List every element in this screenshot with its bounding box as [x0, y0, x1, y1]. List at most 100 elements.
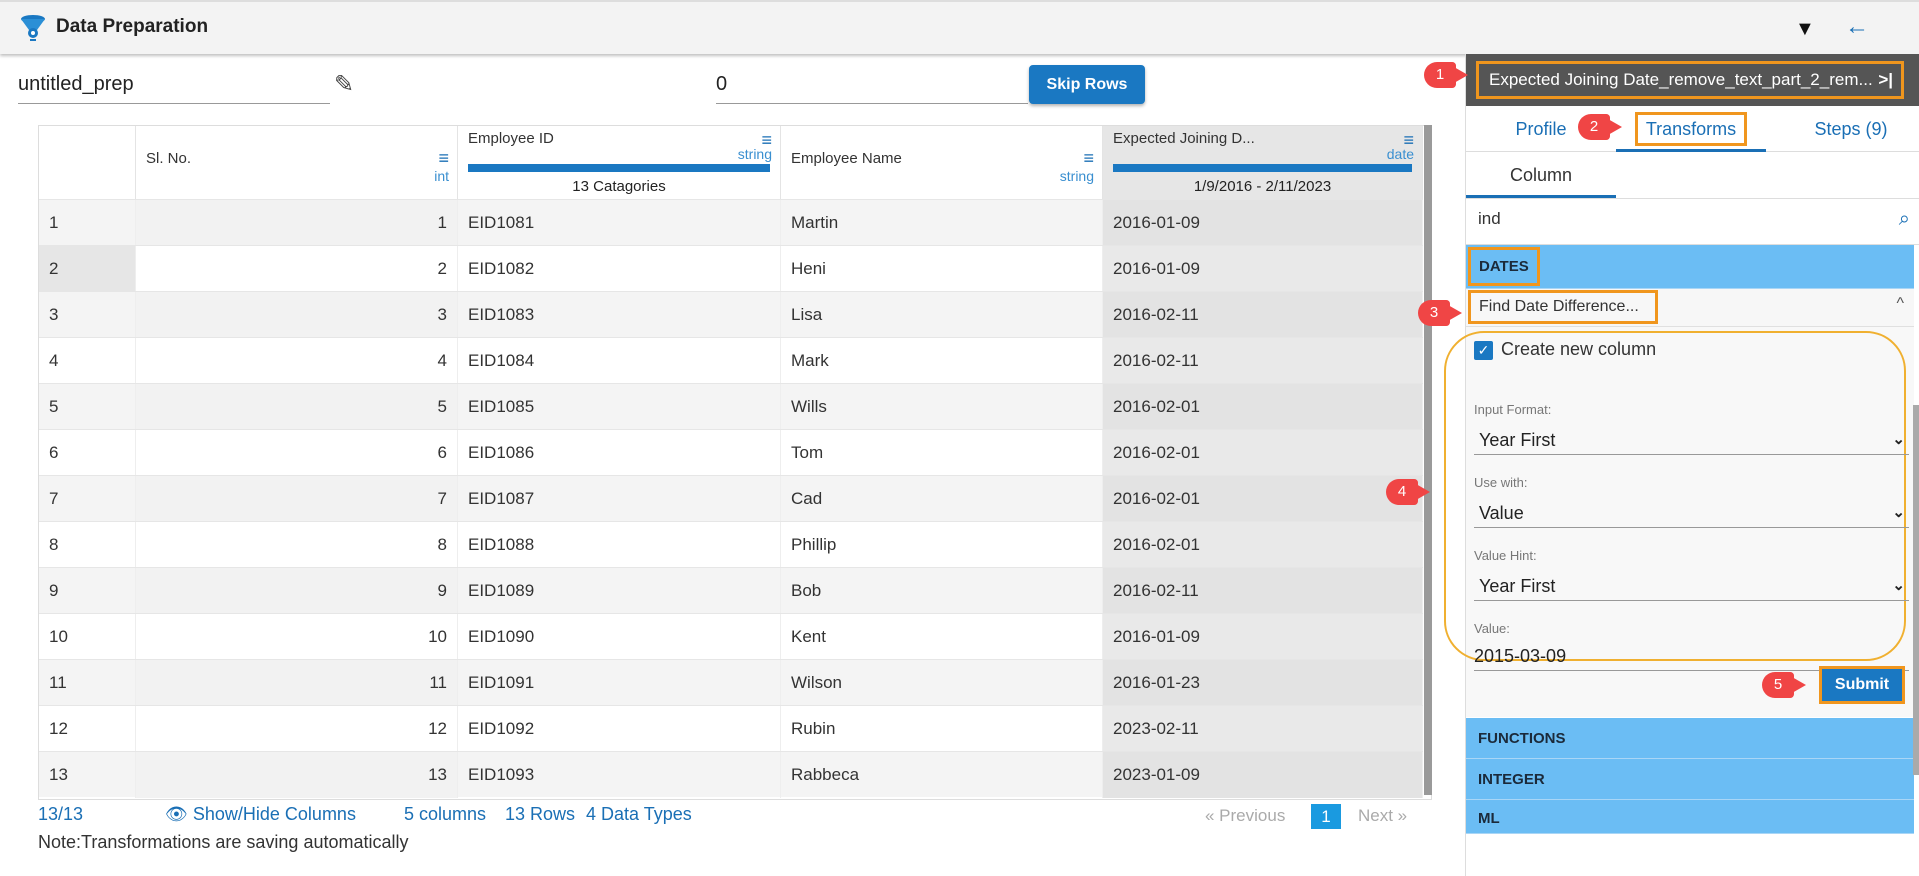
cell-employee-id[interactable]: EID1092	[458, 706, 781, 752]
cell-joining-date[interactable]: 2016-02-11	[1103, 338, 1423, 384]
columns-count[interactable]: 5 columns	[404, 804, 486, 825]
data-types-count[interactable]: 4 Data Types	[586, 804, 692, 825]
search-icon[interactable]: ⌕	[1899, 208, 1910, 231]
column-menu-icon[interactable]: ≡	[1083, 148, 1094, 169]
cell-employee-id[interactable]: EID1087	[458, 476, 781, 522]
cell-employee-name[interactable]: Bob	[781, 568, 1103, 614]
subtab-column[interactable]: Column	[1466, 152, 1616, 198]
cell-joining-date[interactable]: 2016-01-09	[1103, 614, 1423, 660]
skip-rows-button[interactable]: Skip Rows	[1029, 65, 1145, 104]
cell-employee-id[interactable]: EID1084	[458, 338, 781, 384]
cell-employee-id[interactable]: EID1091	[458, 660, 781, 706]
create-new-column-checkbox[interactable]: ✓	[1474, 341, 1493, 360]
cell-sl-no[interactable]: 7	[136, 476, 458, 522]
cell-employee-id[interactable]: EID1090	[458, 614, 781, 660]
tab-transforms[interactable]: Transforms	[1616, 106, 1766, 152]
cell-employee-name[interactable]: Cad	[781, 476, 1103, 522]
use-with-select[interactable]: Value ⌄	[1474, 498, 1909, 528]
cell-sl-no[interactable]: 5	[136, 384, 458, 430]
cell-employee-name[interactable]: Wilson	[781, 660, 1103, 706]
filter-icon[interactable]: ▼	[1795, 18, 1815, 41]
cell-joining-date[interactable]: 2023-01-09	[1103, 752, 1423, 798]
row-index[interactable]: 1	[39, 200, 136, 246]
cell-sl-no[interactable]: 12	[136, 706, 458, 752]
row-index[interactable]: 7	[39, 476, 136, 522]
column-menu-icon[interactable]: ≡	[438, 148, 449, 169]
cell-joining-date[interactable]: 2016-02-01	[1103, 430, 1423, 476]
column-header-employee-id[interactable]: Employee ID ≡ string 13 Catagories	[458, 126, 781, 199]
row-index[interactable]: 2	[39, 246, 136, 292]
cell-employee-id[interactable]: EID1083	[458, 292, 781, 338]
cell-sl-no[interactable]: 6	[136, 430, 458, 476]
cell-joining-date[interactable]: 2023-02-11	[1103, 706, 1423, 752]
submit-button[interactable]: Submit	[1819, 666, 1905, 704]
table-row[interactable]: 12 12 EID1092 Rubin 2023-02-11	[39, 705, 1423, 752]
cell-employee-name[interactable]: Heni	[781, 246, 1103, 292]
tab-steps[interactable]: Steps (9)	[1786, 106, 1916, 152]
column-header-sl-no[interactable]: Sl. No. ≡ int	[136, 126, 458, 199]
row-index[interactable]: 12	[39, 706, 136, 752]
section-integer[interactable]: INTEGER	[1466, 759, 1914, 800]
back-arrow-icon[interactable]: ←	[1845, 13, 1869, 41]
row-index[interactable]: 4	[39, 338, 136, 384]
cell-joining-date[interactable]: 2016-02-01	[1103, 476, 1423, 522]
table-row[interactable]: 10 10 EID1090 Kent 2016-01-09	[39, 613, 1423, 660]
cell-employee-name[interactable]: Wills	[781, 384, 1103, 430]
skip-rows-input[interactable]	[716, 66, 1028, 104]
table-row[interactable]: 8 8 EID1088 Phillip 2016-02-01	[39, 521, 1423, 568]
table-row[interactable]: 3 3 EID1083 Lisa 2016-02-11	[39, 291, 1423, 338]
row-index[interactable]: 13	[39, 752, 136, 798]
cell-sl-no[interactable]: 4	[136, 338, 458, 384]
row-index[interactable]: 6	[39, 430, 136, 476]
chevron-up-icon[interactable]: ^	[1896, 295, 1904, 313]
cell-employee-id[interactable]: EID1089	[458, 568, 781, 614]
cell-employee-id[interactable]: EID1086	[458, 430, 781, 476]
cell-employee-id[interactable]: EID1082	[458, 246, 781, 292]
next-page[interactable]: Next »	[1358, 806, 1407, 826]
table-scrollbar[interactable]	[1424, 125, 1432, 795]
cell-employee-name[interactable]: Martin	[781, 200, 1103, 246]
cell-joining-date[interactable]: 2016-01-23	[1103, 660, 1423, 706]
transform-find-date-difference[interactable]: Find Date Difference... ^	[1466, 289, 1914, 327]
previous-page[interactable]: « Previous	[1205, 806, 1285, 826]
section-functions[interactable]: FUNCTIONS	[1466, 718, 1914, 759]
prep-name-input[interactable]	[18, 66, 330, 104]
table-row[interactable]: 6 6 EID1086 Tom 2016-02-01	[39, 429, 1423, 476]
cell-joining-date[interactable]: 2016-02-11	[1103, 568, 1423, 614]
table-row[interactable]: 11 11 EID1091 Wilson 2016-01-23	[39, 659, 1423, 706]
cell-employee-id[interactable]: EID1085	[458, 384, 781, 430]
input-format-select[interactable]: Year First ⌄	[1474, 425, 1909, 455]
cell-sl-no[interactable]: 1	[136, 200, 458, 246]
table-row[interactable]: 13 13 EID1093 Rabbeca 2023-01-09	[39, 751, 1423, 798]
row-index[interactable]: 11	[39, 660, 136, 706]
cell-employee-id[interactable]: EID1088	[458, 522, 781, 568]
cell-sl-no[interactable]: 11	[136, 660, 458, 706]
table-row[interactable]: 5 5 EID1085 Wills 2016-02-01	[39, 383, 1423, 430]
cell-employee-id[interactable]: EID1093	[458, 752, 781, 798]
cell-employee-name[interactable]: Tom	[781, 430, 1103, 476]
column-header-expected-joining-date[interactable]: Expected Joining D... ≡ date 1/9/2016 - …	[1103, 126, 1423, 199]
column-header-employee-name[interactable]: Employee Name ≡ string	[781, 126, 1103, 199]
rows-count[interactable]: 13 Rows	[505, 804, 575, 825]
cell-sl-no[interactable]: 13	[136, 752, 458, 798]
row-index[interactable]: 9	[39, 568, 136, 614]
show-hide-columns-link[interactable]: 👁 Show/Hide Columns	[165, 804, 356, 825]
cell-employee-name[interactable]: Lisa	[781, 292, 1103, 338]
cell-employee-name[interactable]: Rubin	[781, 706, 1103, 752]
cell-sl-no[interactable]: 10	[136, 614, 458, 660]
cell-joining-date[interactable]: 2016-01-09	[1103, 246, 1423, 292]
table-row[interactable]: 4 4 EID1084 Mark 2016-02-11	[39, 337, 1423, 384]
table-row[interactable]: 7 7 EID1087 Cad 2016-02-01	[39, 475, 1423, 522]
cell-sl-no[interactable]: 8	[136, 522, 458, 568]
cell-joining-date[interactable]: 2016-02-11	[1103, 292, 1423, 338]
table-row[interactable]: 9 9 EID1089 Bob 2016-02-11	[39, 567, 1423, 614]
cell-employee-name[interactable]: Phillip	[781, 522, 1103, 568]
table-row[interactable]: 1 1 EID1081 Martin 2016-01-09	[39, 199, 1423, 246]
edit-pencil-icon[interactable]: ✎	[334, 70, 354, 99]
cell-sl-no[interactable]: 3	[136, 292, 458, 338]
row-index[interactable]: 10	[39, 614, 136, 660]
cell-joining-date[interactable]: 2016-02-01	[1103, 384, 1423, 430]
table-row[interactable]: 2 2 EID1082 Heni 2016-01-09	[39, 245, 1423, 292]
collapse-panel-icon[interactable]: >|	[1878, 64, 1893, 96]
transform-search-input[interactable]	[1478, 209, 1858, 229]
